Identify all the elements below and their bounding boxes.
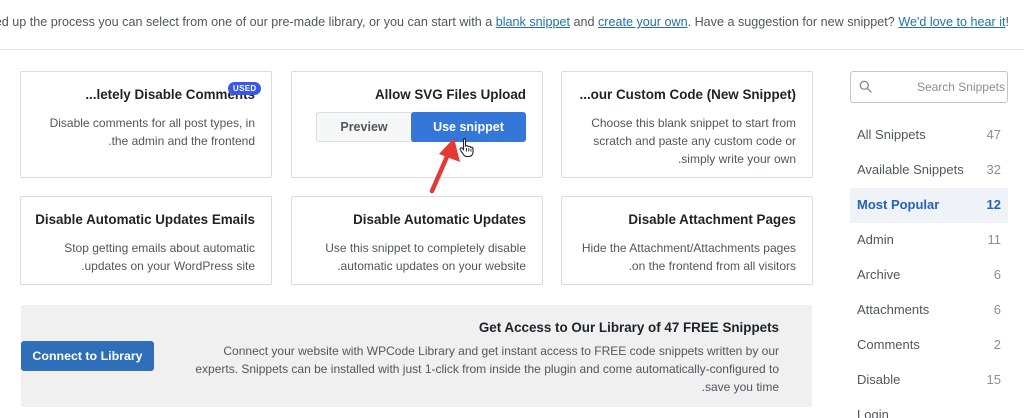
category-count: 6 xyxy=(993,267,1001,282)
card-title: Disable Automatic Updates xyxy=(353,212,526,227)
used-badge: USED xyxy=(228,82,262,95)
category-comments[interactable]: Comments 2 xyxy=(850,328,1008,363)
category-count: 2 xyxy=(993,337,1001,352)
card-description: Disable comments for all post types, in … xyxy=(49,116,255,148)
snippet-card-allow-svg[interactable]: Allow SVG Files Upload Preview Use snipp… xyxy=(291,71,543,178)
banner-description: Connect your website with WPCode Library… xyxy=(195,344,779,394)
category-count: 6 xyxy=(993,302,1001,317)
card-description: Use this snippet to completely disable a… xyxy=(325,241,526,273)
notice-text: !To speed up the process you can select … xyxy=(0,15,1009,29)
card-description: Stop getting emails about automatic upda… xyxy=(64,241,255,273)
hand-pointer-icon xyxy=(459,137,474,157)
card-title: Disable Attachment Pages xyxy=(628,212,796,227)
search-box[interactable] xyxy=(850,71,1008,103)
blank-snippet-link[interactable]: blank snippet xyxy=(496,15,570,29)
category-admin[interactable]: Admin 11 xyxy=(850,223,1008,258)
banner-title: Get Access to Our Library of 47 FREE Sni… xyxy=(478,320,779,335)
search-icon xyxy=(859,80,872,93)
search-input[interactable] xyxy=(873,72,1005,102)
category-most-popular[interactable]: Most Popular 12 xyxy=(850,188,1008,223)
category-disable[interactable]: Disable 15 xyxy=(850,363,1008,398)
category-archive[interactable]: Archive 6 xyxy=(850,258,1008,293)
card-title: Disable Automatic Updates Emails xyxy=(35,212,255,227)
preview-button[interactable]: Preview xyxy=(317,113,411,141)
card-description: Hide the Attachment/Attachments pages on… xyxy=(581,241,796,273)
red-arrow-icon xyxy=(429,138,460,194)
connect-to-library-button[interactable]: Connect to Library xyxy=(21,341,154,371)
category-available-snippets[interactable]: Available Snippets 32 xyxy=(850,153,1008,188)
snippet-card-disable-attachments[interactable]: Disable Attachment Pages Hide the Attach… xyxy=(561,196,813,285)
category-attachments[interactable]: Attachments 6 xyxy=(850,293,1008,328)
category-count: 11 xyxy=(987,232,1002,247)
category-count: 47 xyxy=(986,127,1001,142)
category-all-snippets[interactable]: All Snippets 47 xyxy=(850,118,1008,153)
category-count: 12 xyxy=(986,197,1001,212)
snippet-card-disable-comments[interactable]: ...letely Disable Comments USED Disable … xyxy=(20,71,272,178)
suggestion-link[interactable]: We'd love to hear it xyxy=(898,15,1005,29)
category-count: 15 xyxy=(986,372,1001,387)
card-title: ...our Custom Code (New Snippet) xyxy=(579,87,796,102)
snippet-card-disable-updates[interactable]: Disable Automatic Updates Use this snipp… xyxy=(291,196,543,285)
category-count: 32 xyxy=(986,162,1001,177)
notice-bar: !To speed up the process you can select … xyxy=(0,0,1024,50)
card-title: Allow SVG Files Upload xyxy=(374,87,526,102)
library-banner: Get Access to Our Library of 47 FREE Sni… xyxy=(21,305,812,407)
snippet-card-disable-update-emails[interactable]: Disable Automatic Updates Emails Stop ge… xyxy=(20,196,272,285)
category-login[interactable]: Login xyxy=(850,398,1008,418)
snippet-card-custom-code[interactable]: ...our Custom Code (New Snippet) Choose … xyxy=(561,71,813,178)
create-your-own-link[interactable]: create your own xyxy=(598,15,688,29)
card-description: Choose this blank snippet to start from … xyxy=(591,116,796,166)
card-actions: Preview Use snippet xyxy=(316,112,526,142)
